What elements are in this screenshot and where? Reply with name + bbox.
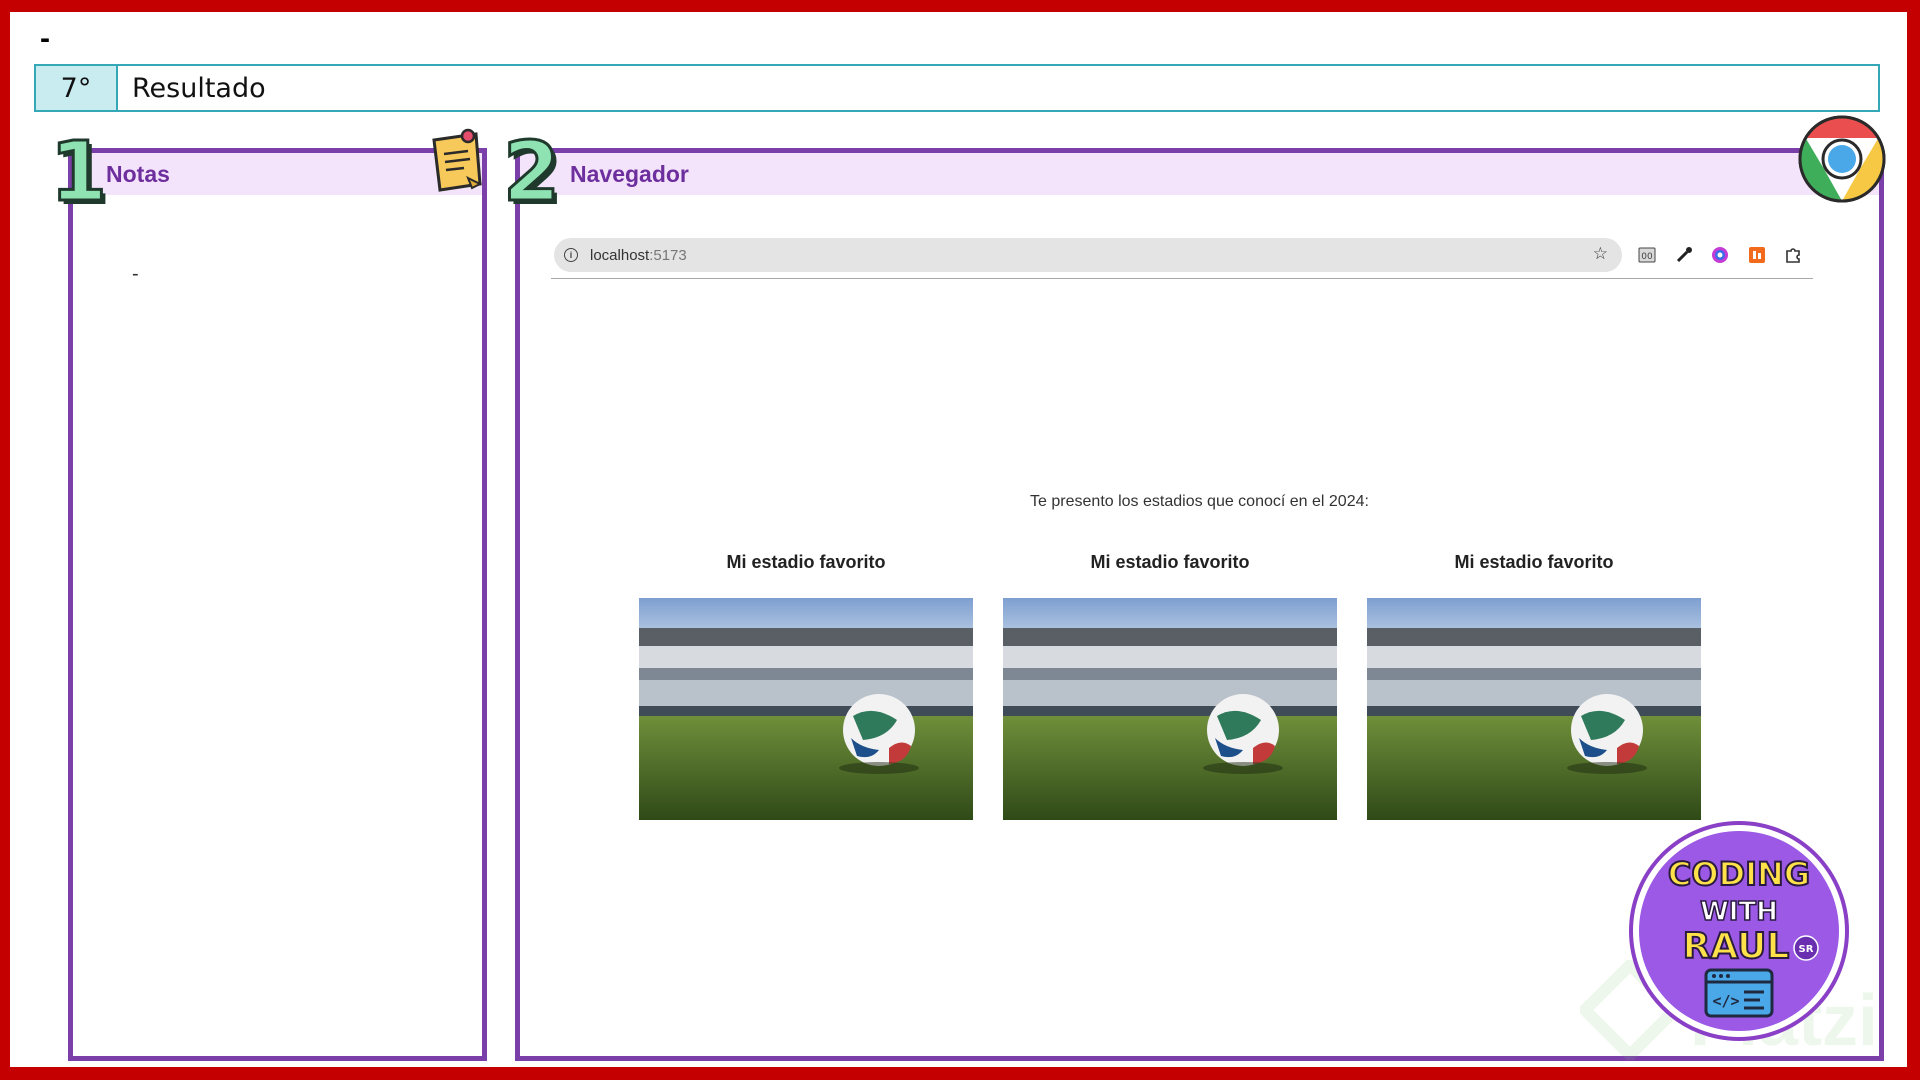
browser-panel-header: Navegador xyxy=(520,153,1879,195)
stadium-card-title: Mi estadio favorito xyxy=(726,552,886,572)
code-window-icon: </> xyxy=(1704,968,1774,1018)
stadium-card-title: Mi estadio favorito xyxy=(1454,552,1614,572)
browser-panel-title: Navegador xyxy=(570,160,689,187)
url-host: localhost xyxy=(590,246,650,264)
svg-text:00: 00 xyxy=(1641,252,1653,262)
stadium-card: Mi estadio favorito xyxy=(639,552,973,820)
notes-panel-header: Notas xyxy=(73,153,482,195)
badge-line2: WITH xyxy=(1700,897,1778,927)
notes-panel-title: Notas xyxy=(106,160,170,187)
panel-number-1: 1 xyxy=(48,125,108,220)
step-header: 7° Resultado xyxy=(34,64,1880,112)
chrome-logo-icon xyxy=(1798,115,1886,203)
calendar-extension-icon[interactable] xyxy=(1747,245,1767,265)
stadium-image xyxy=(639,598,973,820)
slide-top-dash: - xyxy=(40,22,50,55)
notes-content: - xyxy=(132,263,139,285)
url-text[interactable]: localhost:5173 xyxy=(590,247,687,264)
svg-text:</>: </> xyxy=(1712,992,1739,1010)
address-bar[interactable]: i localhost:5173 ☆ xyxy=(554,238,1622,272)
badge-line1: CODING xyxy=(1668,855,1810,893)
extensions-puzzle-icon[interactable] xyxy=(1783,245,1803,265)
page-intro-text: Te presento los estadios que conocí en e… xyxy=(1030,493,1369,510)
stadium-image xyxy=(1003,598,1337,820)
inspect-extension-icon[interactable]: 00 xyxy=(1637,245,1657,265)
stadium-card-title: Mi estadio favorito xyxy=(1090,552,1250,572)
sticky-note-icon xyxy=(432,128,483,192)
toolbar-divider xyxy=(551,278,1813,279)
color-picker-icon[interactable] xyxy=(1710,245,1730,265)
step-title: Resultado xyxy=(132,72,266,104)
notes-panel: Notas - xyxy=(68,148,487,1061)
badge-tag: SR xyxy=(1799,944,1814,955)
url-port: :5173 xyxy=(649,246,687,264)
site-info-icon[interactable]: i xyxy=(564,248,578,262)
stadium-image xyxy=(1367,598,1701,820)
bookmark-star-icon[interactable]: ☆ xyxy=(1593,244,1608,264)
eyedropper-icon[interactable] xyxy=(1674,245,1694,265)
coding-with-raul-badge: CODING WITH RAUL SR </> xyxy=(1629,821,1849,1041)
stadium-card: Mi estadio favorito xyxy=(1367,552,1701,820)
badge-line3: RAUL xyxy=(1683,926,1790,967)
panel-number-2: 2 xyxy=(501,125,561,220)
step-number: 7° xyxy=(36,66,118,110)
stadium-card: Mi estadio favorito xyxy=(1003,552,1337,820)
